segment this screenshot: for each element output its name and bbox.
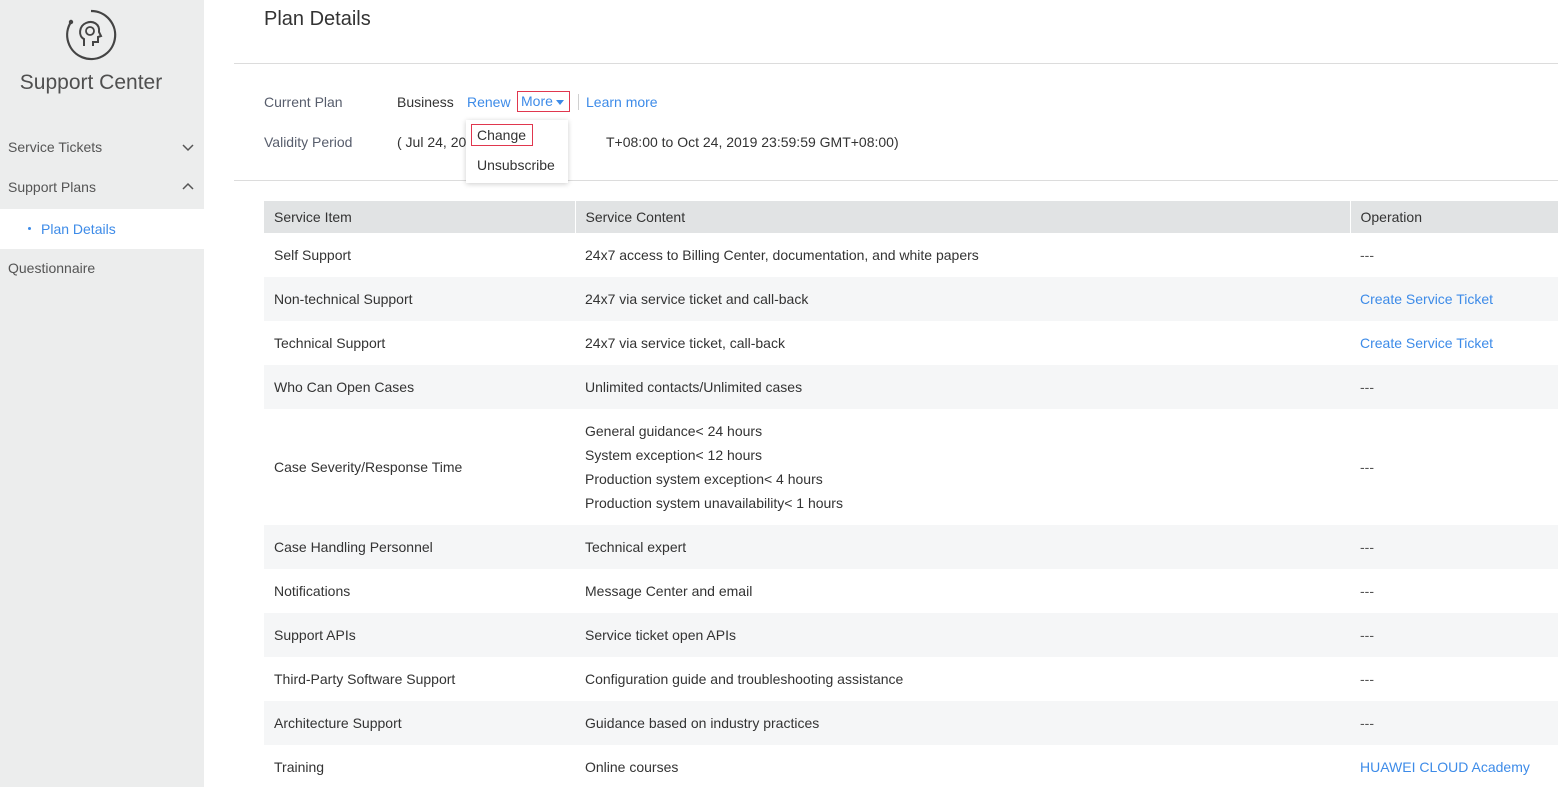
chevron-down-icon [182,144,194,152]
sidebar-item-label: Support Plans [8,179,96,195]
service-item-cell: Case Severity/Response Time [274,459,463,475]
learn-more-link[interactable]: Learn more [586,94,658,110]
service-content-cell: Online courses [585,759,679,775]
response-time-line: Production system unavailability< 1 hour… [585,495,843,511]
response-time-line: System exception< 12 hours [585,447,763,463]
renew-link[interactable]: Renew [467,94,511,110]
operation-cell: --- [1360,459,1374,475]
operation-cell: --- [1350,525,1558,569]
service-content-cell: Configuration guide and troubleshooting … [585,671,904,687]
service-content-cell: 24x7 via service ticket, call-back [585,335,785,351]
bullet-icon [28,227,31,230]
table-row: Architecture Support Guidance based on i… [264,701,1558,745]
sidebar-item-service-tickets[interactable]: Service Tickets [0,127,204,167]
operation-cell: --- [1360,583,1374,599]
service-content-cell: 24x7 via service ticket and call-back [575,277,1350,321]
more-dropdown-menu: Change Unsubscribe [466,120,568,183]
service-item-cell: Case Handling Personnel [264,525,575,569]
create-service-ticket-link[interactable]: Create Service Ticket [1360,335,1493,351]
operation-cell: --- [1350,365,1558,409]
column-header-operation: Operation [1350,201,1558,233]
sidebar: Support Center Service Tickets Support P… [0,0,204,787]
service-content-cell: Technical expert [575,525,1350,569]
divider [234,63,1558,64]
table-row: Third-Party Software Support Configurati… [264,657,1558,701]
operation-cell: --- [1360,247,1374,263]
current-plan-value: Business [397,94,454,110]
validity-period-end: T+08:00 to Oct 24, 2019 23:59:59 GMT+08:… [606,134,899,150]
sidebar-subitem-label: Plan Details [41,221,116,237]
app-title: Support Center [19,71,163,94]
service-content-cell: Service ticket open APIs [575,613,1350,657]
column-header-service-item: Service Item [264,201,576,233]
table-row: Who Can Open Cases Unlimited contacts/Un… [264,365,1558,409]
more-label: More [521,93,553,109]
operation-cell: Create Service Ticket [1350,277,1558,321]
menu-item-change[interactable]: Change [471,124,533,146]
page-title: Plan Details [264,8,371,30]
table-row: Case Handling Personnel Technical expert… [264,525,1558,569]
service-content-cell: Message Center and email [585,583,753,599]
service-item-cell: Notifications [274,583,351,599]
create-service-ticket-link[interactable]: Create Service Ticket [1360,291,1493,307]
service-item-cell: Self Support [274,247,352,263]
table-row: Case Severity/Response Time General guid… [264,409,1558,525]
service-content-cell: Guidance based on industry practices [575,701,1350,745]
chevron-up-icon [182,182,194,190]
table-row: Non-technical Support 24x7 via service t… [264,277,1558,321]
operation-cell: HUAWEI CLOUD Academy [1350,745,1558,789]
table-row: Notifications Message Center and email -… [264,569,1558,613]
service-item-cell: Non-technical Support [264,277,575,321]
service-item-cell: Technical Support [274,335,386,351]
service-item-cell: Third-Party Software Support [274,671,456,687]
menu-item-unsubscribe[interactable]: Unsubscribe [477,157,555,173]
huawei-cloud-academy-link[interactable]: HUAWEI CLOUD Academy [1360,759,1530,775]
main-content: Plan Details Current Plan Business Renew… [204,0,1558,787]
sidebar-item-label: Questionnaire [8,260,96,276]
current-plan-label: Current Plan [264,94,343,110]
more-dropdown-button[interactable]: More [517,91,570,112]
service-item-cell: Support APIs [264,613,575,657]
service-content-cell: General guidance< 24 hours System except… [575,409,1350,525]
table-row: Technical Support 24x7 via service ticke… [264,321,1558,365]
column-header-service-content: Service Content [575,201,1351,233]
headset-person-icon [66,9,117,61]
operation-cell: --- [1350,701,1558,745]
table-row: Training Online courses HUAWEI CLOUD Aca… [264,745,1558,789]
service-content-cell: Unlimited contacts/Unlimited cases [575,365,1350,409]
response-time-line: Production system exception< 4 hours [585,471,823,487]
table-row: Self Support 24x7 access to Billing Cent… [264,233,1558,277]
table-row: Support APIs Service ticket open APIs --… [264,613,1558,657]
service-item-cell: Training [274,759,325,775]
operation-cell: Create Service Ticket [1350,321,1558,365]
caret-down-icon [555,99,564,105]
response-time-line: General guidance< 24 hours [585,423,763,439]
validity-period-label: Validity Period [264,134,353,150]
separator [578,94,579,110]
divider [234,180,1558,181]
sidebar-item-support-plans[interactable]: Support Plans [0,167,204,207]
service-item-cell: Architecture Support [264,701,575,745]
operation-cell: --- [1350,613,1558,657]
service-content-cell: 24x7 access to Billing Center, documenta… [585,247,979,263]
sidebar-item-questionnaire[interactable]: Questionnaire [0,248,204,288]
service-item-cell: Who Can Open Cases [264,365,575,409]
service-table: Service Item Service Content Operation S… [264,201,1558,789]
sidebar-item-label: Service Tickets [8,139,103,155]
sidebar-item-plan-details[interactable]: Plan Details [0,209,204,249]
validity-period-start: ( Jul 24, 20 [397,134,467,150]
operation-cell: --- [1360,671,1374,687]
